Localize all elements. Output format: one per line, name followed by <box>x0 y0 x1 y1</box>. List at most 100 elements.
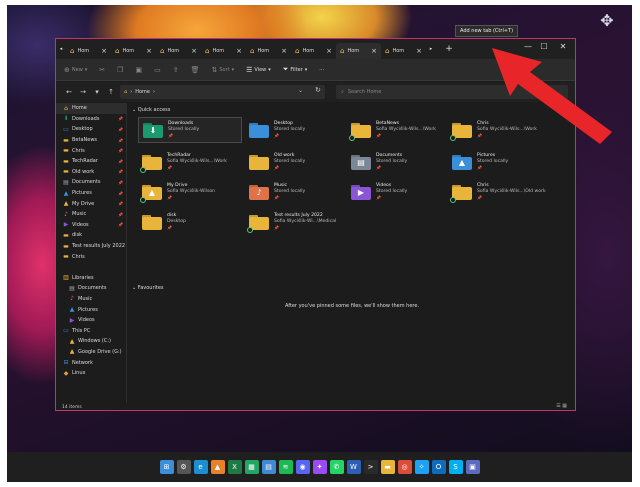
address-dropdown-icon[interactable]: ⌄ <box>298 87 303 94</box>
tab-home-3[interactable]: ⌂ Hom × <box>201 43 246 59</box>
favourites-header[interactable]: ⌄ Favourites <box>132 285 164 291</box>
cut-button[interactable]: ✂ <box>99 66 105 74</box>
sidebar-item-network[interactable]: ⊟ Network <box>56 357 126 368</box>
tab-home-4[interactable]: ⌂ Hom × <box>246 43 291 59</box>
vlc-icon[interactable]: ▲ <box>210 460 225 474</box>
refresh-icon[interactable]: ↻ <box>315 86 321 94</box>
quick-access-item-documents[interactable]: ▤ Documents Stored locally 📌 <box>347 149 451 175</box>
sidebar-item-disk[interactable]: ▬ disk <box>56 230 126 241</box>
sidebar-item-music[interactable]: ♪ Music <box>56 294 126 305</box>
word-icon[interactable]: W <box>346 460 361 474</box>
quick-access-item-disk[interactable]: disk Desktop 📌 <box>138 209 242 235</box>
back-icon[interactable]: ← <box>62 88 76 96</box>
sidebar-item-documents[interactable]: ▤ Documents 📌 <box>56 177 126 188</box>
sheets-icon[interactable]: ▦ <box>244 460 259 474</box>
sidebar-item-libraries[interactable]: ▥ Libraries <box>56 273 126 284</box>
tab-close-icon[interactable]: × <box>416 47 422 55</box>
tab-close-icon[interactable]: × <box>101 47 107 55</box>
share-button[interactable]: ⇪ <box>173 66 179 74</box>
tab-close-icon[interactable]: × <box>191 47 197 55</box>
breadcrumb[interactable]: Home <box>135 89 150 95</box>
sidebar-item-chris[interactable]: ▬ Chris 📌 <box>56 145 126 156</box>
forward-icon[interactable]: → <box>76 88 90 96</box>
sidebar-item-linux[interactable]: ◆ Linux <box>56 368 126 379</box>
sort-button[interactable]: ⇅ Sort ▾ <box>211 66 234 74</box>
quick-access-item-chris[interactable]: Chris Sofia Wyciślik-Wils...\Old work 📌 <box>448 179 552 205</box>
tab-home-2[interactable]: ⌂ Hom × <box>156 43 201 59</box>
quick-access-item-downloads[interactable]: ⬇ Downloads Stored locally 📌 <box>138 117 242 143</box>
windows-start-icon[interactable]: ⊞ <box>159 460 174 474</box>
sidebar-item-videos[interactable]: ▶ Videos <box>56 315 126 326</box>
tab-close-icon[interactable]: × <box>371 47 377 55</box>
tiles-view-icon[interactable]: ▦ <box>562 403 567 409</box>
sidebar-item-betanews[interactable]: ▬ BetaNews 📌 <box>56 135 126 146</box>
sidebar-item-pictures[interactable]: ▲ Pictures <box>56 304 126 315</box>
sidebar-item-chris[interactable]: ▬ Chris <box>56 251 126 262</box>
discord-icon[interactable]: ◉ <box>295 460 310 474</box>
tab-home-6[interactable]: ⌂ Hom × <box>336 43 381 59</box>
twitter-icon[interactable]: ✧ <box>414 460 429 474</box>
tab-home-0[interactable]: ⌂ Hom × <box>66 43 111 59</box>
sidebar-item-this-pc[interactable]: ▭ This PC <box>56 325 126 336</box>
quick-access-item-videos[interactable]: ▶ Videos Stored locally 📌 <box>347 179 451 205</box>
photos-icon[interactable]: ▣ <box>465 460 480 474</box>
sidebar-item-techradar[interactable]: ▬ TechRadar 📌 <box>56 156 126 167</box>
filter-button[interactable]: ⏷ Filter ▾ <box>283 65 308 74</box>
tab-scroll-right-icon[interactable]: ▸ <box>426 46 436 52</box>
tab-close-icon[interactable]: × <box>281 47 287 55</box>
recent-chevron-icon[interactable]: ▾ <box>90 88 104 96</box>
tab-scroll-left-icon[interactable]: ◂ <box>56 46 66 52</box>
terminal-icon[interactable]: > <box>363 460 378 474</box>
file-explorer-icon[interactable]: ▬ <box>380 460 395 474</box>
quick-access-item-pictures[interactable]: ▲ Pictures Stored locally 📌 <box>448 149 552 175</box>
chrome-icon[interactable]: ◎ <box>397 460 412 474</box>
sidebar-item-desktop[interactable]: ▭ Desktop 📌 <box>56 124 126 135</box>
new-tab-button[interactable]: + <box>442 42 456 56</box>
tab-home-1[interactable]: ⌂ Hom × <box>111 43 156 59</box>
skype-icon[interactable]: S <box>448 460 463 474</box>
details-view-icon[interactable]: ☰ <box>556 403 560 409</box>
quick-access-item-music[interactable]: ♪ Music Stored locally 📌 <box>245 179 349 205</box>
notepad-icon[interactable]: ▤ <box>261 460 276 474</box>
excel-icon[interactable]: X <box>227 460 242 474</box>
sidebar-item-home[interactable]: ⌂ Home <box>56 103 126 114</box>
quick-access-item-desktop[interactable]: Desktop Stored locally 📌 <box>245 117 349 143</box>
paste-button[interactable]: ▣ <box>135 66 142 74</box>
sidebar-item-music[interactable]: ♪ Music 📌 <box>56 209 126 220</box>
whatsapp-icon[interactable]: ✆ <box>329 460 344 474</box>
messenger-icon[interactable]: ✦ <box>312 460 327 474</box>
sidebar-item-test-results-july-2022[interactable]: ▬ Test results July 2022 <box>56 241 126 252</box>
up-icon[interactable]: ↑ <box>104 88 118 96</box>
sidebar-item-my-drive[interactable]: ▲ My Drive 📌 <box>56 198 126 209</box>
tab-home-5[interactable]: ⌂ Hom × <box>291 43 336 59</box>
quick-access-header[interactable]: ⌄ Quick access <box>132 107 170 113</box>
quick-access-item-techradar[interactable]: TechRadar Sofia Wyciślik-Wils...\Work 📌 <box>138 149 242 175</box>
spotify-icon[interactable]: ≋ <box>278 460 293 474</box>
quick-access-item-my-drive[interactable]: ▲ My Drive Sofia Wyciślik-Wilson 📌 <box>138 179 242 205</box>
tab-home-7[interactable]: ⌂ Hom × <box>381 43 426 59</box>
quick-access-item-test-results-july-2022[interactable]: Test results July 2022 Sofia Wyciślik-Wi.… <box>245 209 349 235</box>
address-bar[interactable]: ⌂ › Home › <box>120 85 325 99</box>
sidebar-item-old-work[interactable]: ▬ Old work 📌 <box>56 167 126 178</box>
copy-button[interactable]: ❐ <box>117 66 123 74</box>
quick-access-item-betanews[interactable]: BetaNews Sofia Wyciślik-Wils...\Work 📌 <box>347 117 451 143</box>
sidebar-item-documents[interactable]: ▤ Documents <box>56 283 126 294</box>
sidebar-item-pictures[interactable]: ▲ Pictures 📌 <box>56 188 126 199</box>
sidebar-item-videos[interactable]: ▶ Videos 📌 <box>56 220 126 231</box>
outlook-icon[interactable]: O <box>431 460 446 474</box>
delete-button[interactable]: 🗑 <box>191 66 200 74</box>
view-button[interactable]: ☰ View ▾ <box>246 66 271 74</box>
sidebar-item-google-drive-g[interactable]: ▲ Google Drive (G:) <box>56 347 126 358</box>
tab-close-icon[interactable]: × <box>326 47 332 55</box>
tab-close-icon[interactable]: × <box>236 47 242 55</box>
view-toggle[interactable]: ☰ ▦ <box>556 403 567 409</box>
more-button[interactable]: ··· <box>319 67 324 73</box>
settings-icon[interactable]: ⚙ <box>176 460 191 474</box>
new-button[interactable]: ⊕ New ▾ <box>64 66 87 74</box>
edge-icon[interactable]: e <box>193 460 208 474</box>
rename-button[interactable]: ▭ <box>154 66 161 74</box>
tab-close-icon[interactable]: × <box>146 47 152 55</box>
sidebar-item-windows-c[interactable]: ▲ Windows (C:) <box>56 336 126 347</box>
quick-access-item-old-work[interactable]: Old work Stored locally 📌 <box>245 149 349 175</box>
sidebar-item-downloads[interactable]: ⬇ Downloads 📌 <box>56 114 126 125</box>
